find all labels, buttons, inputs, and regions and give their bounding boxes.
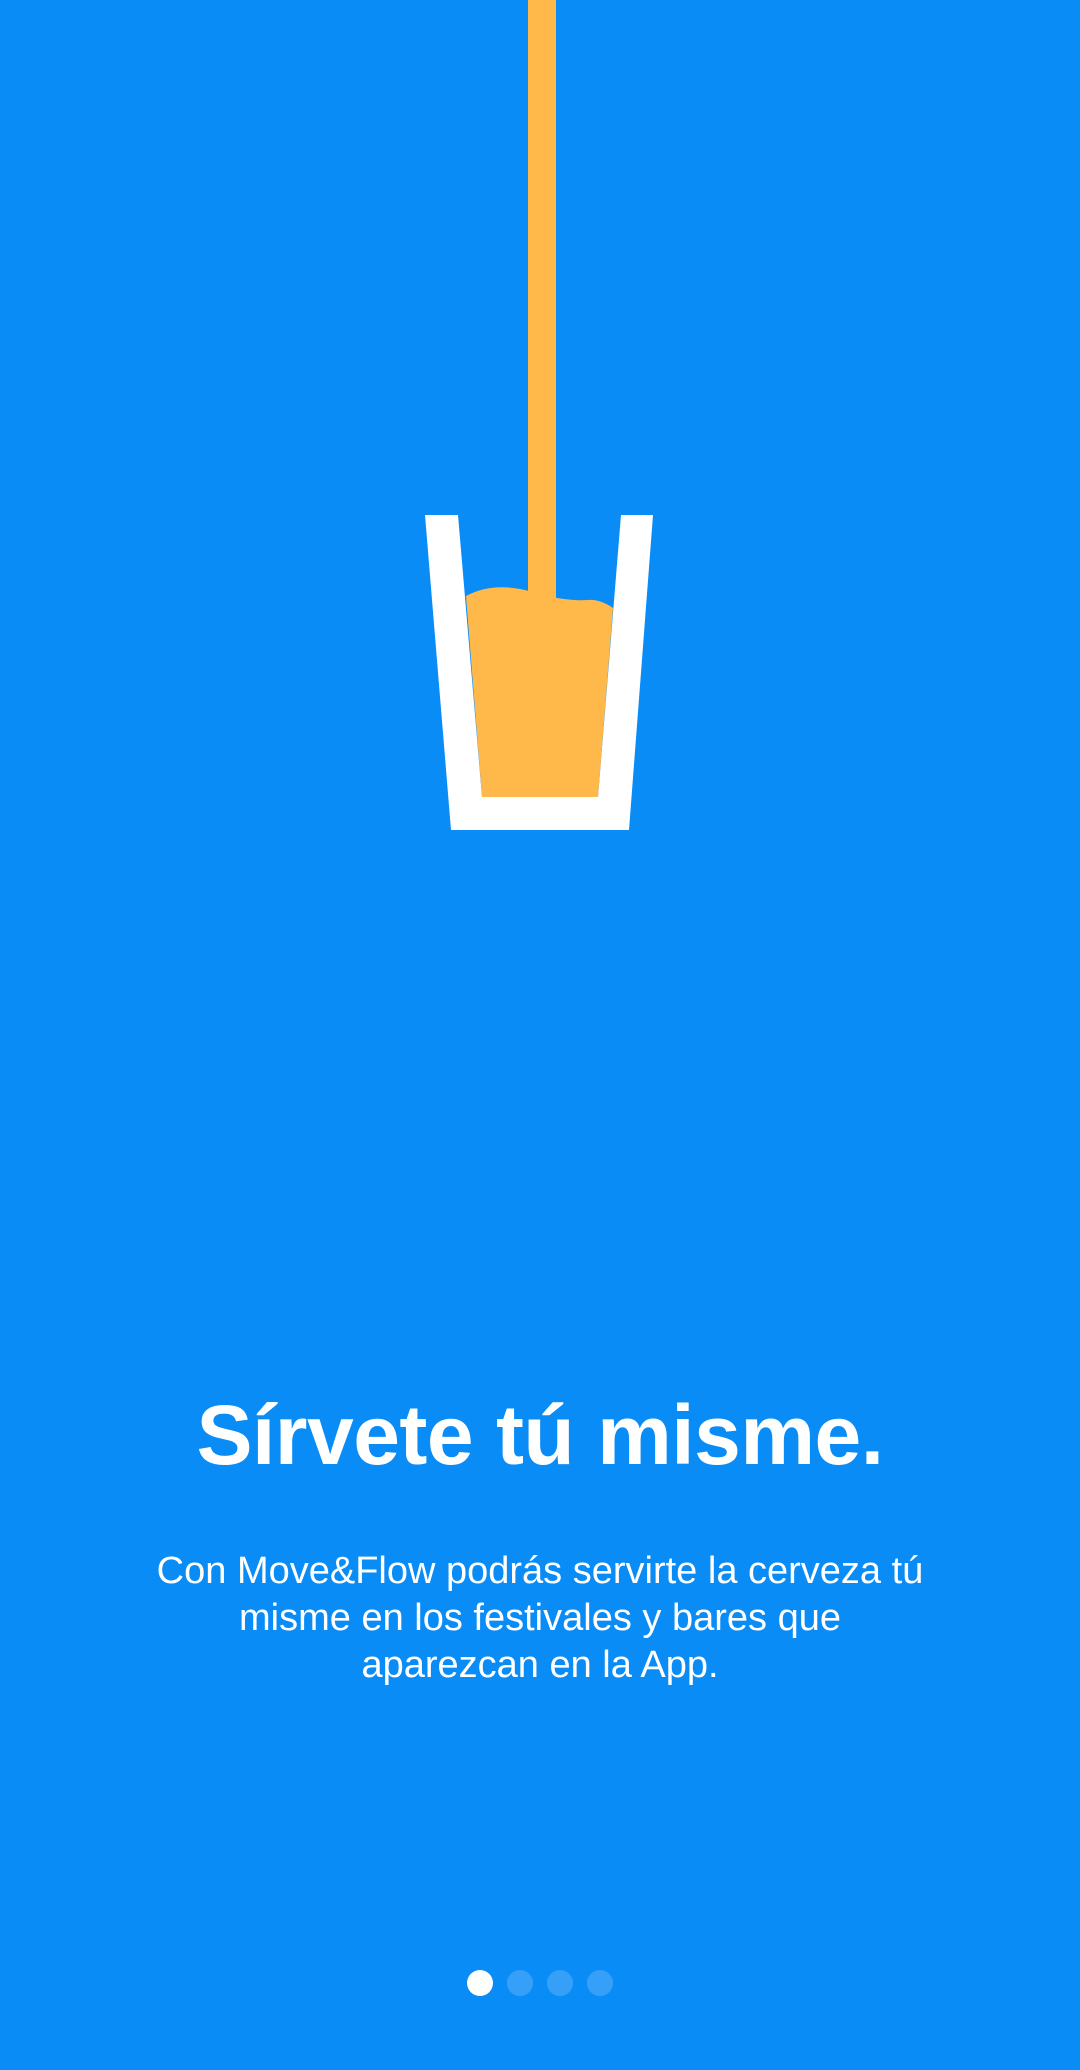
page-dot-1[interactable] (467, 1970, 493, 1996)
page-dot-3[interactable] (547, 1970, 573, 1996)
beer-glass-pour-icon (425, 0, 653, 830)
page-indicator (0, 1968, 1080, 1998)
beer-stream (528, 0, 556, 605)
beer-fill (466, 587, 613, 797)
page-dot-4[interactable] (587, 1970, 613, 1996)
onboarding-screen: Sírvete tú misme. Con Move&Flow podrás s… (0, 0, 1080, 2070)
page-description: Con Move&Flow podrás servirte la cerveza… (156, 1550, 924, 1686)
page-title: Sírvete tú misme. (196, 1388, 884, 1482)
page-dot-2[interactable] (507, 1970, 533, 1996)
